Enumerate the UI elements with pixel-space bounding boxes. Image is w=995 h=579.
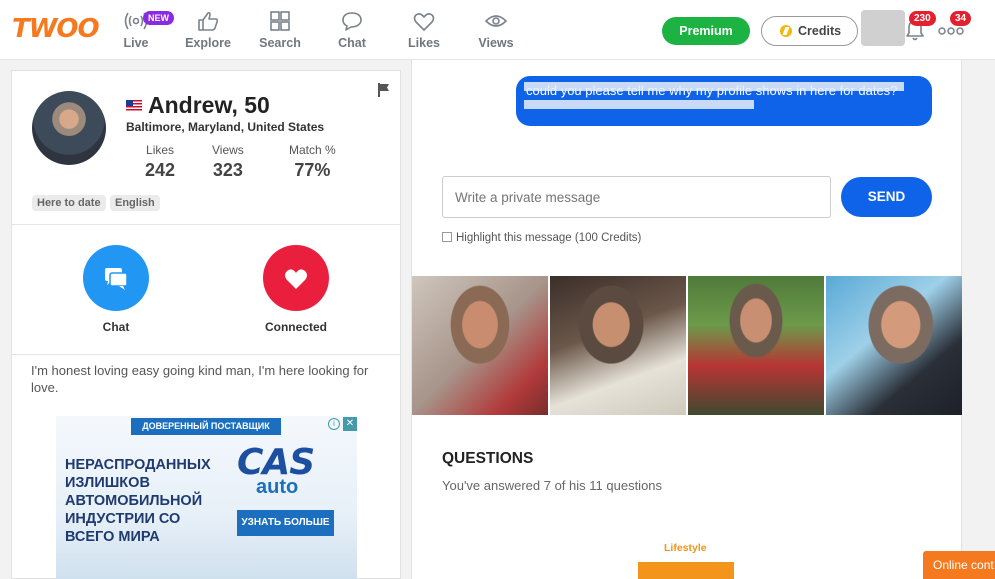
stat-match: Match % 77% [289,143,336,181]
stat-likes-label: Likes [146,143,175,157]
credits-label: Credits [798,24,842,38]
gallery-photo[interactable] [412,276,548,415]
stat-match-label: Match % [289,143,336,157]
highlight-checkbox[interactable] [442,232,452,242]
notifications-badge: 230 [909,11,936,26]
heart-icon [285,269,307,289]
ad-logo-subtitle: auto [256,476,299,498]
ad-cta-button[interactable]: УЗНАТЬ БОЛЬШЕ [237,510,334,536]
nav-search[interactable]: Search [250,10,310,50]
nav-chat-label: Chat [338,36,366,50]
gallery-photo[interactable] [826,276,962,415]
nav-views-label: Views [478,36,514,50]
nav-views[interactable]: Views [466,10,526,50]
profile-location: Baltimore, Maryland, United States [126,120,325,134]
ad-close-icon[interactable]: ✕ [343,417,357,431]
gallery-photo[interactable] [550,276,686,415]
connected-button[interactable] [263,245,329,311]
questions-title: QUESTIONS [442,450,534,467]
tag-here-to-date: Here to date [32,195,106,211]
nav-live-label: Live [123,36,149,50]
nav-explore-label: Explore [185,36,231,50]
highlight-label: Highlight this message (100 Credits) [456,232,642,244]
divider [12,354,400,355]
twoo-logo[interactable]: TWOO [12,14,100,44]
nav-likes-label: Likes [408,36,440,50]
top-navigation-bar: TWOO Live NEW Explore Search Chat Likes … [0,0,995,60]
us-flag-icon [126,100,142,111]
report-flag-icon[interactable] [377,82,391,98]
nav-search-label: Search [259,36,301,50]
chat-button[interactable] [83,245,149,311]
send-button[interactable]: SEND [841,177,932,217]
heart-outline-icon [413,13,435,31]
private-message-input[interactable] [442,176,831,218]
nav-explore[interactable]: Explore [178,10,238,50]
tag-language: English [110,195,160,211]
divider [12,224,400,225]
questions-subtitle: You've answered 7 of his 11 questions [442,478,663,493]
advertisement-banner[interactable]: ДОВЕРЕННЫЙ ПОСТАВЩИК i ✕ Нераспроданных … [56,416,357,579]
profile-name: Andrew, 50 [148,92,270,118]
online-contacts-tab[interactable]: Online cont [923,551,995,579]
highlight-option[interactable]: Highlight this message (100 Credits) [442,232,641,244]
nav-chat[interactable]: Chat [322,10,382,50]
profile-photo[interactable] [32,91,106,165]
nav-likes[interactable]: Likes [394,10,454,50]
profile-bio: I'm honest loving easy going kind man, I… [31,363,369,395]
user-avatar[interactable] [861,10,905,46]
stat-views-value: 323 [212,160,243,180]
gallery-photo[interactable] [688,276,824,415]
thumbs-up-icon [198,11,219,31]
conversation-panel: could you please tell me why my profile … [411,60,962,579]
redaction-bar [524,100,754,109]
lifestyle-category-bar [638,562,734,579]
credits-button[interactable]: Credits [761,16,858,46]
eye-icon [484,15,508,27]
sent-message-bubble: could you please tell me why my profile … [516,76,932,126]
coin-icon [780,25,792,37]
grid-icon [270,11,290,31]
premium-button[interactable]: Premium [662,17,750,45]
lifestyle-category-label: Lifestyle [664,542,707,554]
ad-header: ДОВЕРЕННЫЙ ПОСТАВЩИК [131,418,281,435]
stat-views-label: Views [212,143,244,157]
chat-button-label: Chat [102,320,130,334]
ad-info-icon[interactable]: i [328,418,340,430]
redaction-bar [524,82,904,91]
chat-bubbles-icon [105,268,128,290]
profile-card: Andrew, 50 Baltimore, Maryland, United S… [11,70,401,579]
stat-likes: Likes 242 [145,143,175,181]
stat-likes-value: 242 [145,160,176,180]
connected-button-label: Connected [264,320,327,334]
stat-match-value: 77% [294,160,331,180]
speech-bubble-icon [342,12,362,31]
more-badge: 34 [950,11,972,26]
stat-views: Views 323 [212,143,244,181]
ad-text: Нераспроданных излишков автомобильной ин… [65,457,211,545]
new-badge: NEW [143,11,174,25]
